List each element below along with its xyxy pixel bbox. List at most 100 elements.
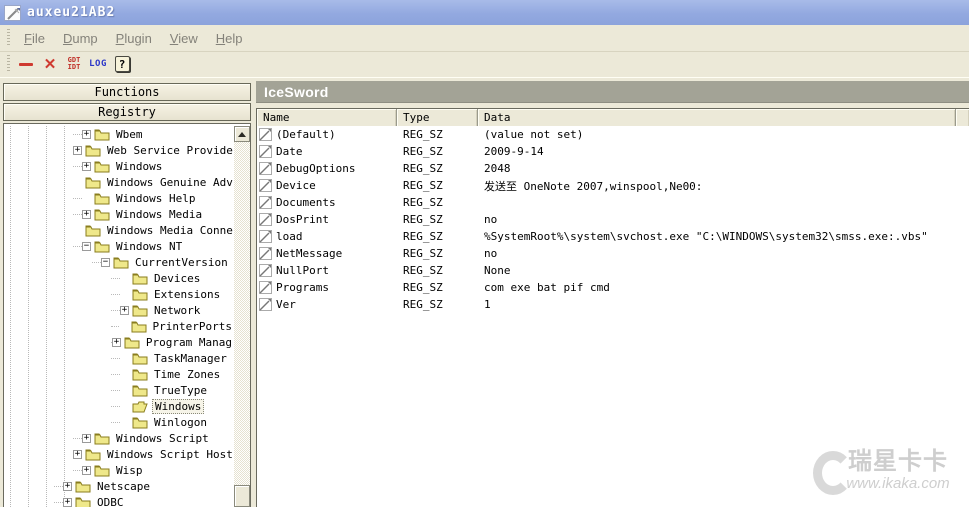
collapse-minus-box[interactable]: − — [82, 242, 91, 251]
tree-item-wbem[interactable]: + Wbem — [4, 126, 234, 142]
log-icon: LOG — [89, 59, 107, 69]
tree-item-windows-media-conne[interactable]: Windows Media Conne — [4, 222, 234, 238]
folder-icon — [94, 464, 110, 477]
tree-connector — [73, 246, 82, 247]
menu-item-help[interactable]: Help — [207, 28, 252, 49]
value-row-programs[interactable]: ProgramsREG_SZcom exe bat pif cmd — [257, 279, 969, 296]
value-row-device[interactable]: DeviceREG_SZ发送至 OneNote 2007,winspool,Ne… — [257, 177, 969, 194]
value-row--default-[interactable]: (Default)REG_SZ(value not set) — [257, 126, 969, 143]
column-header-name[interactable]: Name — [257, 109, 397, 126]
tree-item-odbc[interactable]: +ODBC — [4, 494, 234, 507]
value-row-debugoptions[interactable]: DebugOptionsREG_SZ2048 — [257, 160, 969, 177]
value-row-ver[interactable]: VerREG_SZ1 — [257, 296, 969, 313]
tree-item-currentversion[interactable]: − CurrentVersion — [4, 254, 234, 270]
value-row-dosprint[interactable]: DosPrintREG_SZno — [257, 211, 969, 228]
log-button[interactable]: LOG — [87, 53, 109, 75]
expand-plus-box[interactable]: + — [73, 146, 82, 155]
menu-item-plugin[interactable]: Plugin — [107, 28, 161, 49]
string-value-icon — [259, 196, 272, 209]
tree-item-windows-genuine-adv[interactable]: Windows Genuine Adv — [4, 174, 234, 190]
tree-item-web-service-provide-[interactable]: +Web Service Provide: — [4, 142, 234, 158]
toolbar-grip-handle[interactable] — [5, 55, 12, 73]
tree-connector — [73, 134, 82, 135]
folder-icon — [75, 480, 91, 493]
expand-plus-box[interactable]: + — [112, 338, 121, 347]
value-data: 1 — [478, 298, 969, 311]
tree-item-label: Wbem — [114, 128, 145, 141]
value-row-date[interactable]: DateREG_SZ2009-9-14 — [257, 143, 969, 160]
column-header-data[interactable]: Data — [478, 109, 956, 126]
menu-item-file[interactable]: File — [15, 28, 54, 49]
tree-item-printerports[interactable]: PrinterPorts — [4, 318, 234, 334]
tree-item-devices[interactable]: Devices — [4, 270, 234, 286]
expand-plus-box[interactable]: + — [82, 434, 91, 443]
tree-item-windows-media[interactable]: + Windows Media — [4, 206, 234, 222]
value-data: %SystemRoot%\system\svchost.exe "C:\WIND… — [478, 230, 969, 243]
values-list: Name Type Data (Default)REG_SZ(value not… — [256, 108, 969, 507]
tree-item-windows[interactable]: +Windows — [4, 158, 234, 174]
tree-connector — [111, 278, 120, 279]
folder-icon — [75, 496, 91, 507]
tree-item-label: Windows Genuine Adv — [105, 176, 235, 189]
tree-item-label: Netscape — [95, 480, 152, 493]
help-button[interactable]: ? — [111, 53, 133, 75]
value-row-documents[interactable]: DocumentsREG_SZ — [257, 194, 969, 211]
tree-connector — [73, 166, 82, 167]
tree-item-time-zones[interactable]: Time Zones — [4, 366, 234, 382]
value-row-netmessage[interactable]: NetMessageREG_SZno — [257, 245, 969, 262]
tree-item-windows[interactable]: Windows — [4, 398, 234, 414]
registry-panel-button[interactable]: Registry — [3, 103, 251, 121]
tree-item-label: CurrentVersion — [133, 256, 230, 269]
folder-icon — [132, 384, 148, 397]
tree-item-label: Web Service Provide: — [105, 144, 241, 157]
value-name: NullPort — [276, 264, 329, 277]
expand-plus-box[interactable]: + — [82, 130, 91, 139]
expand-plus-box[interactable]: + — [82, 466, 91, 475]
expand-plus-box[interactable]: + — [82, 162, 91, 171]
value-type: REG_SZ — [397, 196, 478, 209]
tree-item-wisp[interactable]: +Wisp — [4, 462, 234, 478]
string-value-icon — [259, 145, 272, 158]
help-question-icon: ? — [115, 56, 130, 72]
menu-item-dump[interactable]: Dump — [54, 28, 107, 49]
tree-item-windows-help[interactable]: Windows Help — [4, 190, 234, 206]
value-name: Ver — [276, 298, 296, 311]
expand-plus-box[interactable]: + — [63, 498, 72, 507]
close-button[interactable]: ✕ — [39, 53, 61, 75]
menu-item-view[interactable]: View — [161, 28, 207, 49]
tree-item-program-manag[interactable]: +Program Manag — [4, 334, 234, 350]
menu-grip-handle[interactable] — [5, 29, 12, 47]
tree-item-label: Windows Media — [114, 208, 204, 221]
collapse-minus-box[interactable]: − — [101, 258, 110, 267]
gdt-idt-button[interactable]: GDT IDT — [63, 53, 85, 75]
tree-item-windows-nt[interactable]: −Windows NT — [4, 238, 234, 254]
column-header-type[interactable]: Type — [397, 109, 478, 126]
scroll-up-button[interactable] — [234, 126, 250, 142]
minimize-button[interactable] — [15, 53, 37, 75]
tree-item-windows-script[interactable]: + Windows Script — [4, 430, 234, 446]
tree-connector — [111, 326, 119, 327]
expand-plus-box[interactable]: + — [82, 210, 91, 219]
tree-item-windows-script-host[interactable]: +Windows Script Host — [4, 446, 234, 462]
value-type: REG_SZ — [397, 145, 478, 158]
expand-plus-box[interactable]: + — [73, 450, 82, 459]
functions-panel-button[interactable]: Functions — [3, 83, 251, 101]
value-data: None — [478, 264, 969, 277]
tree-connector — [111, 422, 120, 423]
tree-scrollbar[interactable] — [234, 126, 250, 507]
value-row-load[interactable]: loadREG_SZ%SystemRoot%\system\svchost.ex… — [257, 228, 969, 245]
value-row-nullport[interactable]: NullPortREG_SZNone — [257, 262, 969, 279]
value-data: (value not set) — [478, 128, 969, 141]
value-name: Date — [276, 145, 303, 158]
tree-item-netscape[interactable]: + Netscape — [4, 478, 234, 494]
scrollbar-thumb[interactable] — [234, 485, 250, 507]
tree-item-winlogon[interactable]: Winlogon — [4, 414, 234, 430]
tree-item-taskmanager[interactable]: TaskManager — [4, 350, 234, 366]
tree-connector — [111, 358, 120, 359]
expand-plus-box[interactable]: + — [63, 482, 72, 491]
tree-item-network[interactable]: +Network — [4, 302, 234, 318]
tree-item-truetype[interactable]: TrueType — [4, 382, 234, 398]
tree-item-extensions[interactable]: Extensions — [4, 286, 234, 302]
tree-item-label: Windows Script — [114, 432, 211, 445]
expand-plus-box[interactable]: + — [120, 306, 129, 315]
